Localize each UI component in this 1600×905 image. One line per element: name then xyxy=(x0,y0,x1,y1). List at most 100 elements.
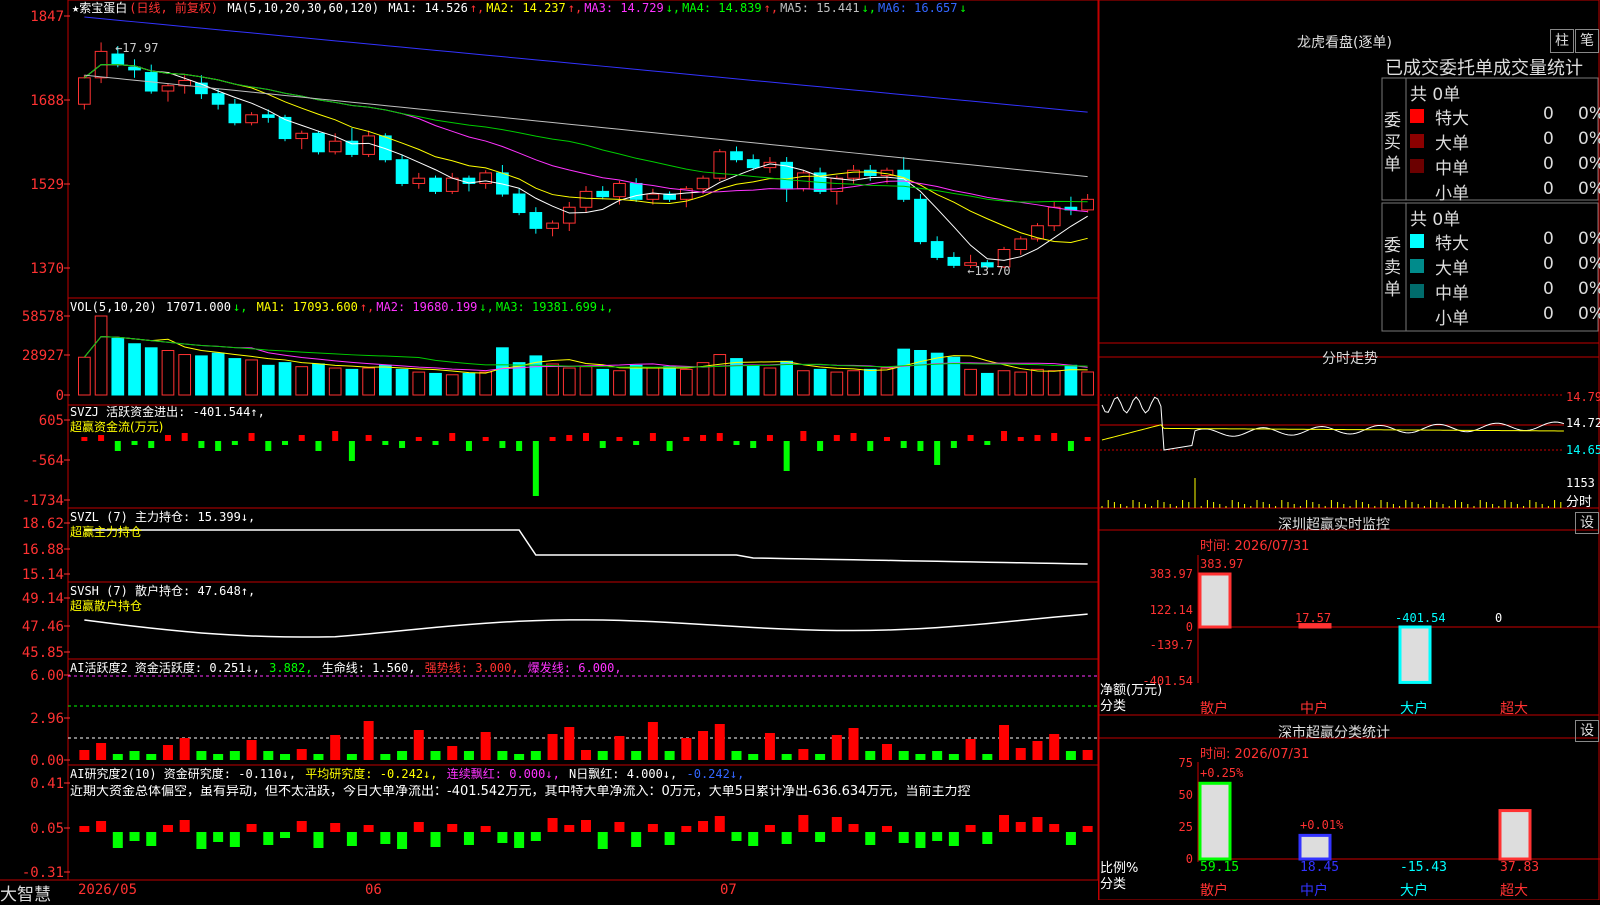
ai2-bar xyxy=(982,832,993,844)
ai1-bar xyxy=(296,749,307,760)
svzj-bar xyxy=(81,437,88,441)
volume-bar xyxy=(579,366,593,396)
candle-body xyxy=(228,103,242,124)
ai1-bar xyxy=(514,754,525,760)
ai2-header-part-4: -0.242↓, xyxy=(686,767,745,781)
ai2-header: AI研究度2(10) 资金研究度: -0.110↓, 平均研究度: -0.242… xyxy=(70,767,746,781)
svzj-bar xyxy=(365,435,372,441)
candle-body xyxy=(412,177,426,184)
szs-cat-1: 中户 xyxy=(1300,883,1328,899)
ai2-bar xyxy=(1065,832,1076,845)
szs-ytick: 50 xyxy=(1179,788,1193,802)
ai2-bar xyxy=(1082,826,1093,832)
svzl-sub: 超赢主力持仓 xyxy=(70,525,143,539)
buy-row-0-label: 特大 xyxy=(1435,109,1469,129)
szs-ytick: 75 xyxy=(1179,756,1193,770)
volume-bar xyxy=(546,363,559,396)
volume-bar xyxy=(746,364,760,396)
sz-stats-settings-button[interactable]: 设 xyxy=(1575,720,1599,742)
svsh-tick: 47.46 xyxy=(22,619,64,635)
ai2-bar xyxy=(881,826,892,832)
volume-bar xyxy=(328,367,342,396)
ai1-bar xyxy=(213,754,224,760)
buy-row-2-pct: 0% xyxy=(1578,154,1600,174)
ma-arrow-2: ↑, xyxy=(567,1,583,15)
chart-canvas: ←17.97 ←13.70 1847 1688 1529 1370 58578 28927 0… xyxy=(0,0,1600,900)
szm-bar xyxy=(1198,572,1232,629)
ai2-bar xyxy=(597,832,608,849)
svzj-bar xyxy=(733,441,740,445)
svzj-bar xyxy=(883,437,890,441)
candle-body xyxy=(111,53,125,66)
ai1-bar xyxy=(162,745,173,760)
svzj-bar xyxy=(231,441,238,445)
svzj-bar xyxy=(683,437,690,441)
svzj-bar xyxy=(1001,431,1008,441)
volume-bar xyxy=(496,347,509,396)
ai1-bar xyxy=(413,730,424,760)
ai2-header-part-0: AI研究度2(10) 资金研究度: -0.110↓, xyxy=(70,767,304,781)
date-label-may: 2026/05 xyxy=(78,882,138,898)
volume-bar xyxy=(261,364,275,396)
sell-swatch-0 xyxy=(1410,234,1424,248)
ai1-tick: 0.00 xyxy=(30,753,64,769)
svzj-bar xyxy=(766,435,773,441)
svzj-bar xyxy=(265,441,272,451)
ma-value-4: MA4: 14.839 xyxy=(682,1,762,15)
volume-bar xyxy=(195,355,208,396)
chart-mode[interactable]: (日线, 前复权) xyxy=(129,1,218,15)
szm-cat-3: 超大 xyxy=(1500,701,1528,717)
bar-mode-button[interactable]: 柱 xyxy=(1550,29,1574,53)
buy-swatch-0 xyxy=(1410,109,1424,123)
ai2-bar xyxy=(815,832,826,842)
volume-bar xyxy=(144,347,158,396)
ai1-bar xyxy=(647,722,658,760)
svzj-bar xyxy=(114,441,121,451)
ma-value-3: MA3: 14.729 xyxy=(584,1,664,15)
ai2-bar xyxy=(948,832,959,846)
longhu-title: 龙虎看盘(逐单) xyxy=(1297,35,1392,51)
ai2-bar xyxy=(96,821,107,832)
szm-cat-1: 中户 xyxy=(1300,701,1328,717)
svzj-bar xyxy=(867,441,874,451)
ai2-bar xyxy=(748,832,759,846)
ai2-bar xyxy=(430,832,441,847)
volume-bar xyxy=(362,367,375,396)
vol-tick: 0 xyxy=(56,388,64,404)
sell-row-3-label: 小单 xyxy=(1435,309,1469,329)
panel-borders xyxy=(0,0,1600,900)
volume-bar xyxy=(295,366,309,396)
candle-body xyxy=(596,190,610,198)
svzj-bar xyxy=(583,433,589,441)
ma-arrow-1: ↑, xyxy=(469,1,485,15)
svzj-bar xyxy=(549,437,556,441)
svzj-bar xyxy=(532,441,539,496)
stock-name[interactable]: ★索宝蛋白 xyxy=(72,1,127,15)
svzj-bar xyxy=(148,441,155,448)
fenshi-price-line xyxy=(1101,396,1565,451)
candle-body xyxy=(1047,206,1061,227)
ai2-comment: 近期大资金总体偏空，虽有异动，但不太活跃，今日大单净流出：-401.542万元，… xyxy=(70,785,971,799)
ma-arrow-6: ↓ xyxy=(959,1,967,15)
svzj-bar xyxy=(499,441,506,448)
sz-monitor-settings-button[interactable]: 设 xyxy=(1575,512,1599,534)
svzj-bar xyxy=(449,433,456,441)
ai1-bar xyxy=(363,721,374,760)
tick-mode-button[interactable]: 笔 xyxy=(1575,29,1599,53)
svzj-bar xyxy=(783,441,790,471)
szs-ytick: 0 xyxy=(1186,852,1193,866)
svzj-sub: 超赢资金流(万元) xyxy=(70,420,164,434)
szm-value-3: 0 xyxy=(1495,611,1503,625)
ai1-bar xyxy=(698,731,709,760)
szs-value-1: 18.45 xyxy=(1300,860,1340,875)
candle-body xyxy=(696,177,710,190)
buy-row-3-pct: 0% xyxy=(1578,179,1600,199)
candle-body xyxy=(746,159,760,169)
ai1-bar xyxy=(781,754,792,760)
volume-bar xyxy=(278,362,292,396)
ai1-bar xyxy=(932,751,943,760)
sell-swatch-1 xyxy=(1410,259,1424,273)
ai2-bar xyxy=(363,825,374,832)
svzj-bar xyxy=(1067,441,1074,451)
svzj-bar xyxy=(399,441,406,448)
